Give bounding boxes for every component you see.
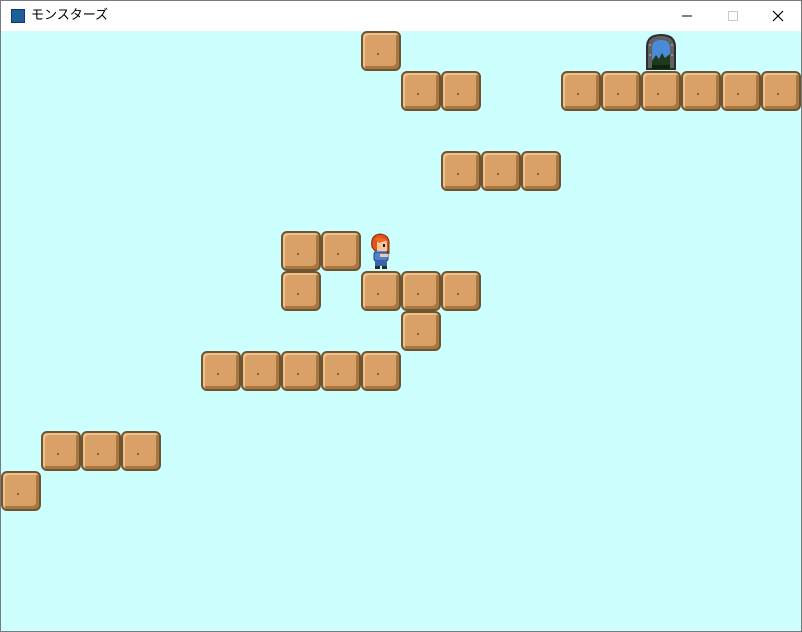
ground-block: [81, 431, 121, 471]
game-canvas[interactable]: [1, 31, 801, 631]
ground-block: [361, 31, 401, 71]
maximize-icon: [728, 11, 738, 21]
minimize-button[interactable]: [664, 1, 710, 31]
app-icon: [11, 9, 25, 23]
ground-block: [361, 271, 401, 311]
ground-block: [441, 151, 481, 191]
ground-block: [761, 71, 801, 111]
ground-block: [481, 151, 521, 191]
ground-block: [281, 271, 321, 311]
window-title: モンスターズ: [31, 8, 109, 23]
ground-block: [281, 351, 321, 391]
ground-block: [721, 71, 761, 111]
ground-block: [321, 351, 361, 391]
stone-archway-door-icon: [641, 31, 681, 75]
ground-block: [521, 151, 561, 191]
ground-block: [401, 271, 441, 311]
ground-block: [441, 71, 481, 111]
close-icon: [772, 10, 784, 22]
ground-block: [401, 71, 441, 111]
ground-block: [361, 351, 401, 391]
ground-block: [441, 271, 481, 311]
minimize-icon: [682, 15, 692, 17]
ground-block: [561, 71, 601, 111]
red-haired-hero-icon: [361, 231, 401, 275]
ground-block: [121, 431, 161, 471]
ground-block: [681, 71, 721, 111]
ground-block: [41, 431, 81, 471]
game-window: モンスターズ: [0, 0, 802, 632]
ground-block: [601, 71, 641, 111]
ground-block: [201, 351, 241, 391]
ground-block: [401, 311, 441, 351]
ground-block: [641, 71, 681, 111]
title-bar[interactable]: モンスターズ: [1, 1, 801, 31]
ground-block: [241, 351, 281, 391]
ground-block: [1, 471, 41, 511]
maximize-button[interactable]: [710, 1, 756, 31]
ground-block: [281, 231, 321, 271]
close-button[interactable]: [755, 1, 801, 31]
ground-block: [321, 231, 361, 271]
